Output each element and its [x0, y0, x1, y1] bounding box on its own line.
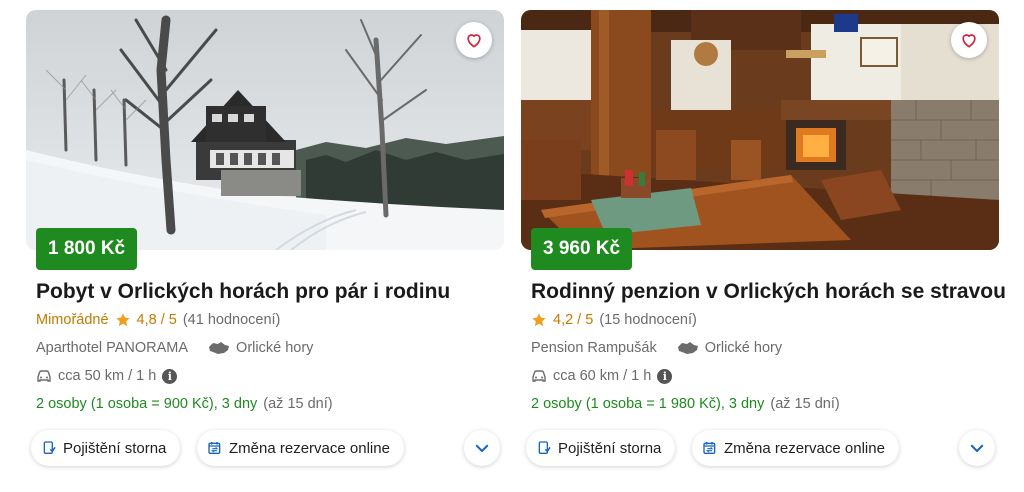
rating-score: 4,8 / 5 — [136, 312, 177, 328]
czech-map-icon — [209, 342, 230, 354]
region: Orlické hory — [677, 340, 782, 356]
car-icon — [37, 370, 51, 382]
change-label: Změna rezervace online — [724, 439, 885, 457]
change-reservation-chip[interactable]: Změna rezervace online — [197, 430, 404, 466]
offer-photo-restaurant-interior[interactable] — [521, 10, 999, 250]
distance-text: cca 50 km / 1 h — [58, 368, 157, 384]
hotel-row: Aparthotel PANORAMA Orlické hory — [36, 340, 313, 356]
favorite-button[interactable] — [456, 22, 492, 58]
region-name: Orlické hory — [704, 340, 783, 356]
offer-photo-winter-hotel[interactable] — [26, 10, 504, 250]
expand-button[interactable] — [464, 430, 500, 466]
shield-check-icon — [43, 441, 56, 454]
offer-card-1[interactable]: 1 800 Kč Pobyt v Orlických horách pro pá… — [26, 10, 504, 480]
heart-icon — [962, 34, 976, 48]
favorite-button[interactable] — [951, 22, 987, 58]
offer-title[interactable]: Pobyt v Orlických horách pro pár i rodin… — [36, 280, 450, 304]
star-icon — [532, 313, 546, 327]
rating-label: Mimořádné — [36, 312, 109, 328]
info-icon[interactable]: i — [657, 368, 673, 384]
persons-text: 2 osoby (1 osoba = 1 980 Kč), 3 dny — [531, 396, 765, 412]
review-count[interactable]: (15 hodnocení) — [599, 312, 697, 328]
hotel-name[interactable]: Pension Rampušák — [531, 340, 657, 356]
chevron-down-icon — [970, 444, 984, 452]
czech-map-icon — [677, 342, 698, 354]
region-name: Orlické hory — [236, 340, 314, 356]
insurance-label: Pojištění storna — [63, 439, 167, 457]
max-days: (až 15 dní) — [263, 396, 333, 412]
distance-row: cca 50 km / 1 h i — [36, 368, 178, 384]
price-badge: 3 960 Kč — [531, 228, 633, 270]
distance-text: cca 60 km / 1 h — [553, 368, 652, 384]
review-count[interactable]: (41 hodnocení) — [183, 312, 281, 328]
car-icon — [532, 370, 546, 382]
rating-score: 4,2 / 5 — [553, 312, 594, 328]
calendar-change-icon — [703, 442, 716, 454]
distance-row: cca 60 km / 1 h i — [531, 368, 673, 384]
price-badge: 1 800 Kč — [36, 228, 138, 270]
chevron-down-icon — [475, 444, 489, 452]
insurance-chip[interactable]: Pojištění storna — [31, 430, 181, 466]
info-icon[interactable]: i — [162, 368, 178, 384]
persons-row: 2 osoby (1 osoba = 1 980 Kč), 3 dny (až … — [531, 396, 840, 412]
hotel-row: Pension Rampušák Orlické hory — [531, 340, 782, 356]
offer-title[interactable]: Rodinný penzion v Orlických horách se st… — [531, 280, 1006, 304]
calendar-change-icon — [208, 442, 221, 454]
max-days: (až 15 dní) — [770, 396, 840, 412]
persons-row: 2 osoby (1 osoba = 900 Kč), 3 dny (až 15… — [36, 396, 333, 412]
persons-text: 2 osoby (1 osoba = 900 Kč), 3 dny — [36, 396, 258, 412]
rating-row: Mimořádné 4,8 / 5 (41 hodnocení) — [36, 312, 280, 328]
region: Orlické hory — [208, 340, 313, 356]
change-reservation-chip[interactable]: Změna rezervace online — [692, 430, 899, 466]
insurance-label: Pojištění storna — [558, 439, 662, 457]
shield-check-icon — [538, 441, 551, 454]
rating-row: 4,2 / 5 (15 hodnocení) — [531, 312, 697, 328]
offer-card-2[interactable]: 3 960 Kč Rodinný penzion v Orlických hor… — [521, 10, 1006, 480]
hotel-name[interactable]: Aparthotel PANORAMA — [36, 340, 188, 356]
insurance-chip[interactable]: Pojištění storna — [526, 430, 676, 466]
heart-icon — [467, 34, 481, 48]
change-label: Změna rezervace online — [229, 439, 390, 457]
star-icon — [115, 313, 130, 327]
expand-button[interactable] — [959, 430, 995, 466]
